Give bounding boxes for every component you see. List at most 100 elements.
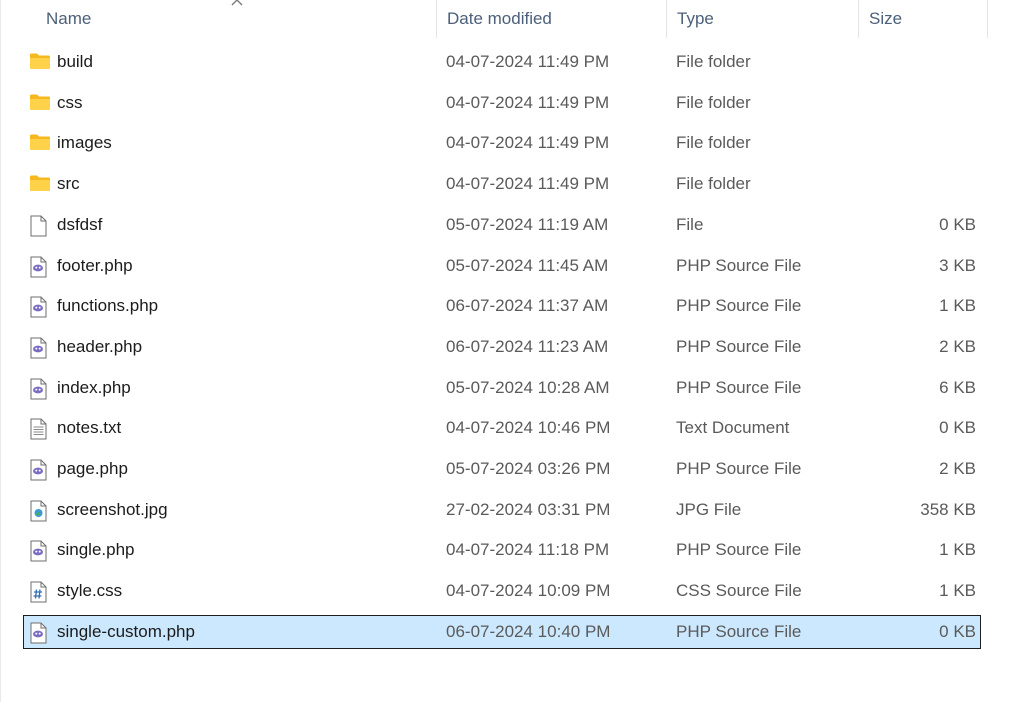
image-file-icon (30, 500, 47, 522)
file-name[interactable]: page.php (57, 453, 128, 485)
file-type: File folder (676, 52, 751, 71)
table-row[interactable]: notes.txt 04-07-2024 10:46 PM Text Documen… (23, 411, 981, 445)
file-date-modified: 04-07-2024 11:18 PM (446, 540, 610, 559)
file-type: File folder (676, 133, 751, 152)
css-file-icon (29, 575, 51, 607)
folder-icon (30, 94, 50, 110)
image-file-icon (29, 494, 51, 526)
file-date-modified: 05-07-2024 11:19 AM (446, 215, 609, 234)
table-row[interactable]: src 04-07-2024 11:49 PM File folder (23, 167, 981, 201)
pane-divider (0, 0, 1, 702)
column-header-bar: Name Date modified Type Size (0, 0, 988, 38)
file-name[interactable]: notes.txt (57, 412, 121, 444)
file-date-modified: 05-07-2024 10:28 AM (446, 378, 610, 397)
file-name[interactable]: single-custom.php (57, 616, 195, 648)
table-row[interactable]: style.css 04-07-2024 10:09 PM CSS Source F… (23, 574, 981, 608)
table-row[interactable]: functions.php 06-07-2024 11:37 AM PHP Sour… (23, 289, 981, 323)
file-list-view: Name Date modified Type Size build 04-07-… (0, 0, 1024, 702)
folder-icon (29, 168, 51, 200)
file-date-modified: 04-07-2024 10:09 PM (446, 581, 611, 600)
blank-file-icon (29, 209, 51, 241)
file-name[interactable]: build (57, 46, 93, 78)
table-row[interactable]: footer.php 05-07-2024 11:45 AM PHP Source … (23, 249, 981, 283)
file-size: 3 KB (939, 256, 976, 275)
file-type: JPG File (676, 500, 742, 519)
file-type: Text Document (676, 418, 790, 437)
file-type: PHP Source File (676, 459, 802, 478)
file-type: File folder (676, 174, 751, 193)
php-file-icon (30, 337, 47, 359)
file-name[interactable]: style.css (57, 575, 122, 607)
table-row[interactable]: header.php 06-07-2024 11:23 AM PHP Source … (23, 330, 981, 364)
php-file-icon (30, 622, 47, 644)
file-size: 2 KB (939, 459, 976, 478)
folder-icon (29, 46, 51, 78)
column-header-size[interactable]: Size (859, 0, 988, 38)
table-row[interactable]: images 04-07-2024 11:49 PM File folder (23, 126, 981, 160)
file-type: PHP Source File (676, 622, 802, 641)
php-file-icon (30, 256, 47, 278)
file-name[interactable]: images (57, 127, 112, 159)
column-header-name[interactable]: Name (36, 0, 437, 38)
php-file-icon (30, 378, 47, 400)
file-name[interactable]: single.php (57, 534, 135, 566)
php-file-icon (30, 459, 47, 481)
table-row[interactable]: index.php 05-07-2024 10:28 AM PHP Source F… (23, 371, 981, 405)
table-row[interactable]: dsfdsf 05-07-2024 11:19 AM File 0 KB (23, 208, 981, 242)
php-file-icon (29, 331, 51, 363)
table-row[interactable]: build 04-07-2024 11:49 PM File folder (23, 45, 981, 79)
file-type: PHP Source File (676, 256, 802, 275)
file-size: 0 KB (939, 622, 976, 641)
file-name[interactable]: index.php (57, 372, 131, 404)
file-name[interactable]: functions.php (57, 290, 158, 322)
file-name[interactable]: screenshot.jpg (57, 494, 168, 526)
file-date-modified: 06-07-2024 10:40 PM (446, 622, 611, 641)
file-type: PHP Source File (676, 378, 802, 397)
folder-icon (29, 127, 51, 159)
table-row[interactable]: single.php 04-07-2024 11:18 PM PHP Source … (23, 533, 981, 567)
table-row[interactable]: css 04-07-2024 11:49 PM File folder (23, 86, 981, 120)
folder-icon (30, 134, 50, 150)
file-type: PHP Source File (676, 296, 802, 315)
php-file-icon (29, 453, 51, 485)
file-date-modified: 27-02-2024 03:31 PM (446, 500, 611, 519)
file-date-modified: 04-07-2024 11:49 PM (446, 174, 610, 193)
php-file-icon (29, 372, 51, 404)
file-size: 0 KB (939, 418, 976, 437)
file-name[interactable]: header.php (57, 331, 142, 363)
file-date-modified: 06-07-2024 11:23 AM (446, 337, 609, 356)
php-file-icon (29, 534, 51, 566)
file-name[interactable]: css (57, 87, 83, 119)
folder-icon (29, 87, 51, 119)
file-type: PHP Source File (676, 540, 802, 559)
file-date-modified: 04-07-2024 11:49 PM (446, 133, 610, 152)
file-name[interactable]: src (57, 168, 80, 200)
file-name[interactable]: footer.php (57, 250, 133, 282)
file-date-modified: 04-07-2024 11:49 PM (446, 93, 610, 112)
text-file-icon (29, 412, 51, 444)
text-file-icon (30, 418, 47, 440)
column-header-date-modified[interactable]: Date modified (437, 0, 667, 38)
file-type: PHP Source File (676, 337, 802, 356)
column-header-type[interactable]: Type (667, 0, 859, 38)
table-row[interactable]: page.php 05-07-2024 03:26 PM PHP Source Fi… (23, 452, 981, 486)
file-type: File (676, 215, 704, 234)
folder-icon (30, 175, 50, 191)
file-name[interactable]: dsfdsf (57, 209, 102, 241)
file-date-modified: 06-07-2024 11:37 AM (446, 296, 609, 315)
table-row[interactable]: screenshot.jpg 27-02-2024 03:31 PM JPG Fil… (23, 493, 981, 527)
php-file-icon (30, 540, 47, 562)
file-size: 1 KB (939, 581, 976, 600)
file-size: 0 KB (939, 215, 976, 234)
file-date-modified: 05-07-2024 11:45 AM (446, 256, 609, 275)
file-size: 2 KB (939, 337, 976, 356)
php-file-icon (29, 250, 51, 282)
table-row[interactable]: single-custom.php 06-07-2024 10:40 PM PHP … (23, 615, 981, 649)
file-type: File folder (676, 93, 751, 112)
php-file-icon (29, 290, 51, 322)
file-date-modified: 05-07-2024 03:26 PM (446, 459, 611, 478)
file-size: 1 KB (939, 296, 976, 315)
file-date-modified: 04-07-2024 10:46 PM (446, 418, 611, 437)
css-file-icon (30, 581, 47, 603)
php-file-icon (29, 616, 51, 648)
